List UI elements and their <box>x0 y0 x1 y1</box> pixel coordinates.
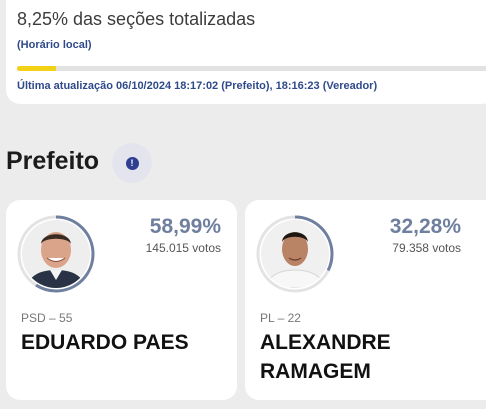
candidate-votes: 145.015 votos <box>145 241 221 255</box>
candidate-card[interactable]: 58,99% 145.015 votos PSD – 55 EDUARDO PA… <box>6 200 237 400</box>
candidate-photo <box>22 220 90 288</box>
candidate-votes: 79.358 votos <box>392 241 461 255</box>
totalization-status-card: 8,25% das seções totalizadas (Horário lo… <box>6 0 486 104</box>
local-time-note: (Horário local) <box>17 39 92 51</box>
candidate-percent: 32,28% <box>389 215 461 238</box>
totalization-progress-bar <box>17 66 486 71</box>
candidate-party: PSD – 55 <box>21 311 73 325</box>
progress-fill <box>17 66 56 71</box>
candidate-percent: 58,99% <box>149 215 221 238</box>
candidate-name: EDUARDO PAES <box>21 331 189 354</box>
avatar <box>255 214 335 294</box>
candidate-name: ALEXANDRE RAMAGEM <box>260 331 391 383</box>
avatar <box>16 214 96 294</box>
candidate-party: PL – 22 <box>260 311 301 325</box>
candidate-photo <box>261 220 329 288</box>
info-icon: ! <box>125 156 139 170</box>
info-button[interactable]: ! <box>112 143 152 183</box>
section-title-prefeito: Prefeito <box>6 147 100 175</box>
totalization-title: 8,25% das seções totalizadas <box>17 9 256 29</box>
last-update-text: Última atualização 06/10/2024 18:17:02 (… <box>17 80 378 92</box>
candidate-card[interactable]: 32,28% 79.358 votos PL – 22 ALEXANDRE RA… <box>245 200 486 400</box>
